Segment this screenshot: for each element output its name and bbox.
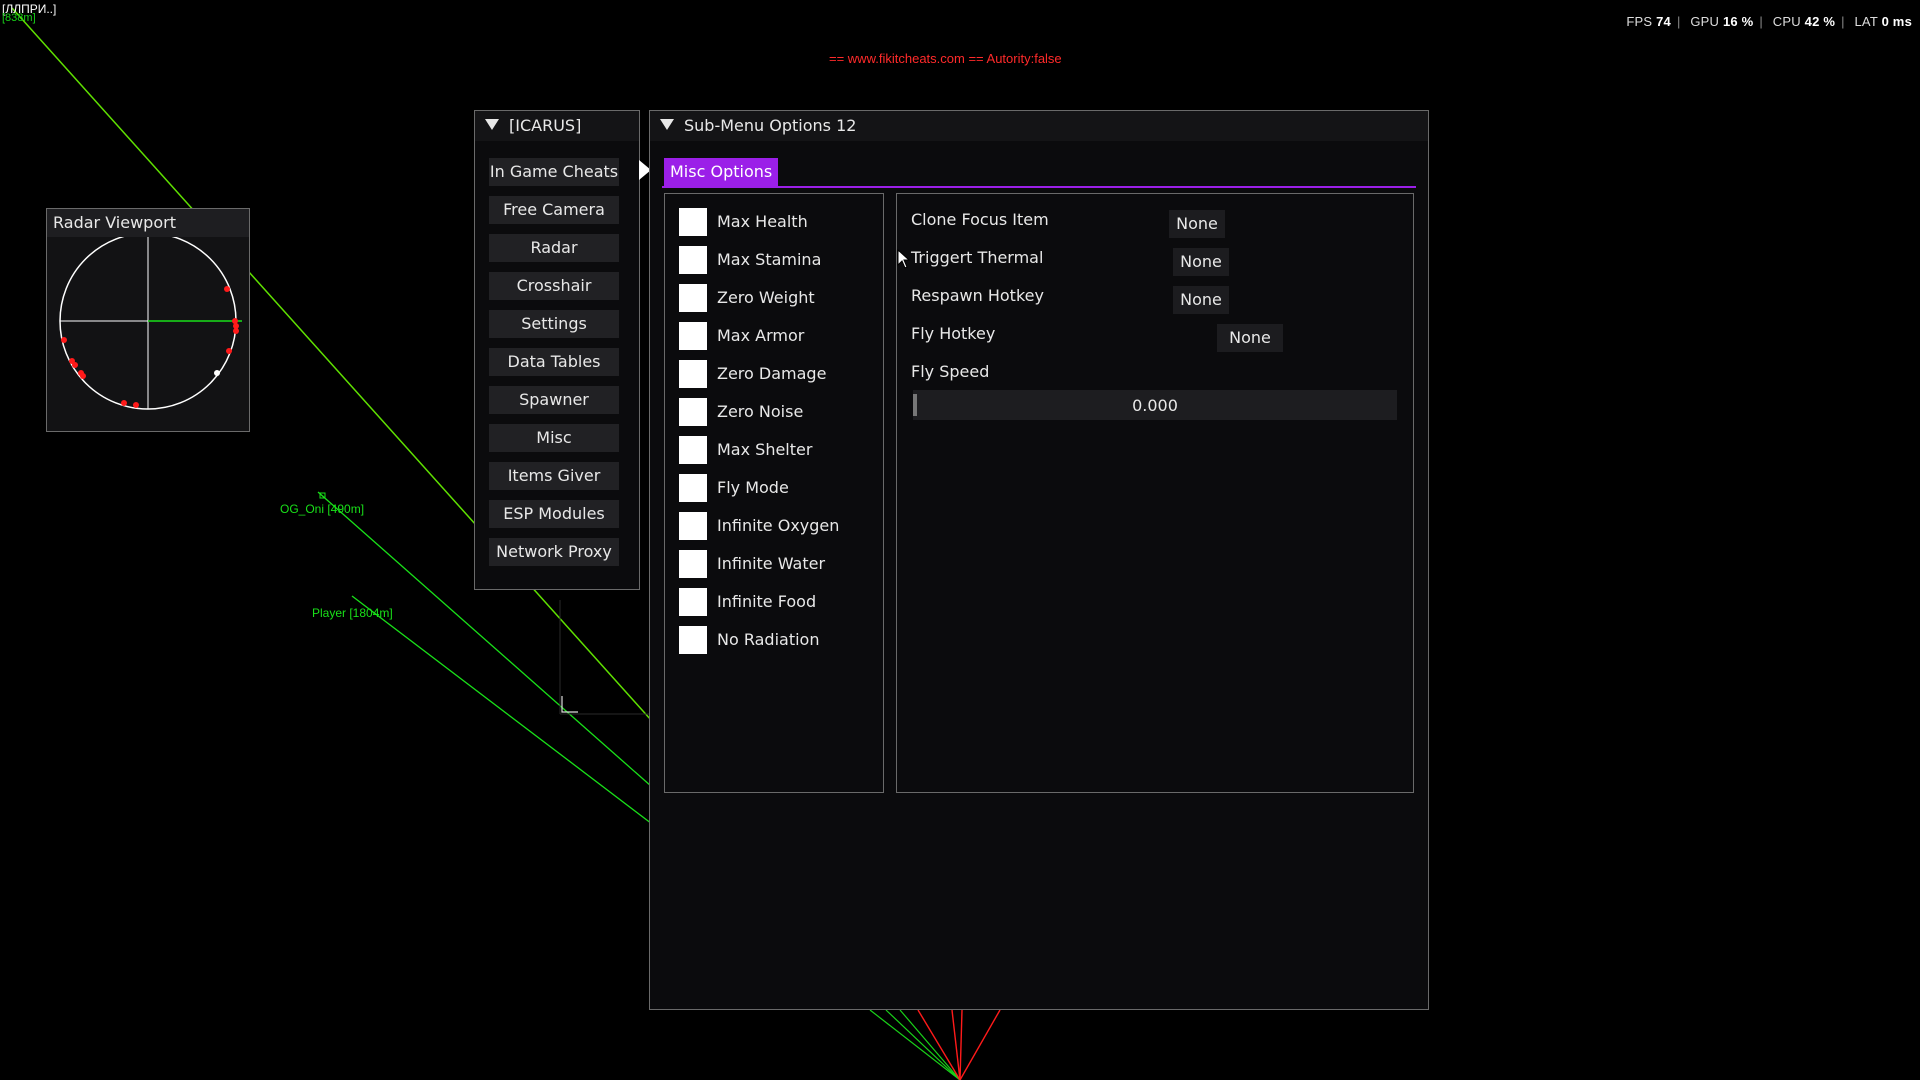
cpu-label: CPU [1772,14,1801,29]
checkbox-label: Infinite Oxygen [717,516,840,535]
lat-value: 0 ms [1881,14,1912,29]
sub-menu-header[interactable]: Sub-Menu Options 12 [650,111,1428,141]
esp-tracer-line [869,1009,961,1080]
menu-button-in-game-cheats[interactable]: In Game Cheats [489,158,619,186]
radar-enemy-dot [226,348,232,354]
cpu-value: 42 % [1804,14,1836,29]
checkbox-label: Zero Damage [717,364,827,383]
mouse-cursor-icon [897,249,911,269]
stats-separator: | [1676,14,1681,29]
menu-button-network-proxy[interactable]: Network Proxy [489,538,619,566]
menu-button-spawner[interactable]: Spawner [489,386,619,414]
sub-menu-window[interactable]: Sub-Menu Options 12 Misc Options Max Hea… [649,110,1429,1010]
esp-label-og-oni: OG_Oni [490m] [280,502,365,516]
radar-enemy-dot [121,400,127,406]
menu-button-radar[interactable]: Radar [489,234,619,262]
enemy-tracer-line [959,1009,1001,1080]
radar-enemy-dot [232,318,238,324]
checkbox-label: Fly Mode [717,478,789,497]
collapse-triangle-icon[interactable] [660,119,674,130]
radar-enemy-dot [72,362,78,368]
sub-menu-title: Sub-Menu Options 12 [684,116,857,135]
menu-button-misc[interactable]: Misc [489,424,619,452]
checkbox[interactable] [679,436,707,464]
checkbox[interactable] [679,284,707,312]
esp-tracer-line [885,1009,961,1080]
checkbox[interactable] [679,398,707,426]
fps-value: 74 [1656,14,1671,29]
performance-stats: FPS 74 | GPU 16 % | CPU 42 % | LAT 0 ms [1626,14,1912,29]
radar-title[interactable]: Radar Viewport [47,209,249,237]
main-menu-title: [ICARUS] [509,116,582,135]
checkbox[interactable] [679,208,707,236]
checkbox[interactable] [679,626,707,654]
checkbox[interactable] [679,322,707,350]
checkbox-label: Max Stamina [717,250,822,269]
fly-speed-label: Fly Speed [911,362,990,381]
radar-enemy-dot [133,402,139,408]
menu-button-esp-modules[interactable]: ESP Modules [489,500,619,528]
fly-speed-slider[interactable]: 0.000 [913,390,1397,420]
checkbox[interactable] [679,474,707,502]
tab-underline [662,186,1416,188]
radar-enemy-dot [233,328,239,334]
fps-label: FPS [1626,14,1653,29]
enemy-tracer-line [959,1009,963,1080]
gpu-label: GPU [1690,14,1720,29]
watermark-text: == www.fikitcheats.com == Autority:false [829,51,1062,66]
checkbox-label: Infinite Food [717,592,817,611]
menu-button-crosshair[interactable]: Crosshair [489,272,619,300]
stats-separator: | [1759,14,1763,29]
esp-tracer-line [351,595,661,831]
checkbox[interactable] [679,550,707,578]
lat-label: LAT [1854,14,1878,29]
checkbox-label: Max Armor [717,326,805,345]
radar-enemy-dot [224,286,230,292]
radar-viewport-window[interactable]: Radar Viewport [46,208,250,432]
overlay-top-left-distance: [838m] [2,12,36,24]
main-menu-header[interactable]: [ICARUS] [475,111,639,141]
fly-speed-value: 0.000 [1132,396,1178,415]
respawn-hotkey-label: Respawn Hotkey [911,286,1044,305]
checkbox[interactable] [679,588,707,616]
radar-enemy-dot [80,373,86,379]
options-panel: Clone Focus Item None Triggert Thermal N… [896,193,1414,793]
esp-label-player: Player [1804m] [312,606,393,620]
radar-display [59,237,242,410]
checkbox[interactable] [679,246,707,274]
checkbox-label: Max Health [717,212,808,231]
esp-tracer-line [899,1009,961,1080]
checkbox-label: No Radiation [717,630,820,649]
checkbox-label: Zero Weight [717,288,815,307]
fly-hotkey-button[interactable]: None [1217,324,1283,352]
collapse-triangle-icon[interactable] [485,119,499,130]
checkbox[interactable] [679,360,707,388]
checkbox-label: Infinite Water [717,554,826,573]
checkbox-label: Zero Noise [717,402,804,421]
menu-button-free-camera[interactable]: Free Camera [489,196,619,224]
icarus-main-menu[interactable]: [ICARUS] In Game Cheats Free Camera Rada… [474,110,640,590]
clone-focus-item-hotkey-button[interactable]: None [1169,210,1225,238]
fly-hotkey-label: Fly Hotkey [911,324,996,343]
menu-button-settings[interactable]: Settings [489,310,619,338]
clone-focus-item-label: Clone Focus Item [911,210,1049,229]
respawn-hotkey-button[interactable]: None [1173,286,1229,314]
triggert-thermal-label: Triggert Thermal [911,248,1044,267]
radar-player-dot [214,370,220,376]
tab-misc-options[interactable]: Misc Options [664,158,779,186]
menu-button-items-giver[interactable]: Items Giver [489,462,619,490]
menu-button-data-tables[interactable]: Data Tables [489,348,619,376]
gpu-value: 16 % [1722,14,1754,29]
checkbox-panel: Max Health Max Stamina Zero Weight Max A… [664,193,884,793]
triggert-thermal-hotkey-button[interactable]: None [1173,248,1229,276]
checkbox[interactable] [679,512,707,540]
radar-enemy-dot [61,337,67,343]
checkbox-label: Max Shelter [717,440,813,459]
stats-separator: | [1841,14,1845,29]
